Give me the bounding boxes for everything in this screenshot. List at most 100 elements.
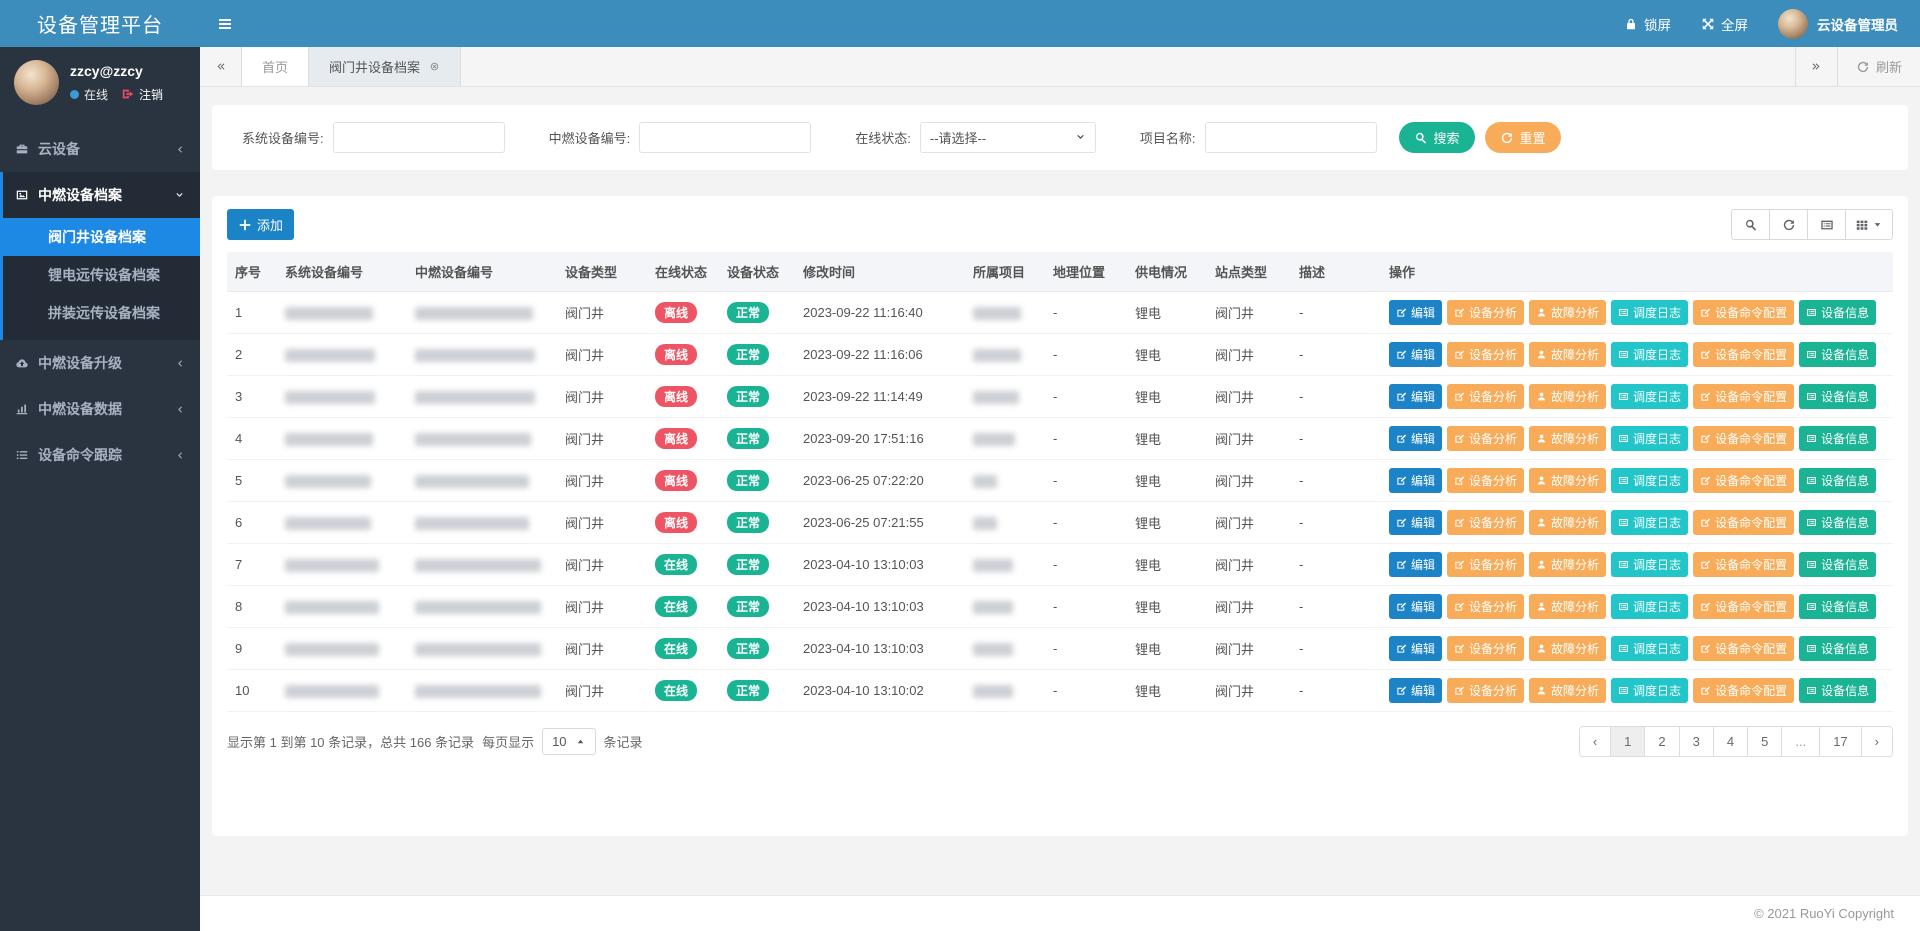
sidebar-item-device-upgrade[interactable]: 中燃设备升级 xyxy=(0,340,200,386)
refresh-tab-button[interactable]: 刷新 xyxy=(1837,47,1920,86)
sidebar-item-cloud-device[interactable]: 云设备 xyxy=(0,126,200,172)
sidebar-item-command-tracking[interactable]: 设备命令跟踪 xyxy=(0,432,200,478)
action-device-analysis-button[interactable]: 设备分析 xyxy=(1447,636,1524,661)
sidebar-subitem-assembled-remote-archive[interactable]: 拼装远传设备档案 xyxy=(3,294,200,332)
action-fault-analysis-button[interactable]: 故障分析 xyxy=(1529,468,1606,493)
action-edit-button[interactable]: 编辑 xyxy=(1389,384,1442,409)
action-device-command-config-button[interactable]: 设备命令配置 xyxy=(1693,594,1794,619)
close-tab-icon[interactable] xyxy=(429,61,440,72)
page-size-select[interactable]: 10 xyxy=(542,728,595,755)
action-fault-analysis-button[interactable]: 故障分析 xyxy=(1529,552,1606,577)
action-device-command-config-button[interactable]: 设备命令配置 xyxy=(1693,552,1794,577)
detail-view-button[interactable] xyxy=(1807,209,1846,240)
action-edit-button[interactable]: 编辑 xyxy=(1389,300,1442,325)
gas-device-no-input[interactable] xyxy=(639,122,811,153)
action-device-command-config-button[interactable]: 设备命令配置 xyxy=(1693,636,1794,661)
pagination-page-4[interactable]: 4 xyxy=(1713,726,1748,757)
fullscreen-button[interactable]: 全屏 xyxy=(1701,14,1748,34)
action-fault-analysis-button[interactable]: 故障分析 xyxy=(1529,510,1606,535)
action-fault-analysis-button[interactable]: 故障分析 xyxy=(1529,636,1606,661)
sidebar-toggle-button[interactable] xyxy=(200,0,250,47)
sidebar-subitem-valve-well-archive[interactable]: 阀门井设备档案 xyxy=(3,218,200,256)
project-name-input[interactable] xyxy=(1205,122,1377,153)
sidebar-subitem-lithium-remote-archive[interactable]: 锂电远传设备档案 xyxy=(3,256,200,294)
action-fault-analysis-button[interactable]: 故障分析 xyxy=(1529,342,1606,367)
action-dispatch-log-button[interactable]: 调度日志 xyxy=(1611,552,1688,577)
action-device-info-button[interactable]: 设备信息 xyxy=(1799,426,1876,451)
user-menu[interactable]: 云设备管理员 xyxy=(1778,9,1898,39)
action-device-analysis-button[interactable]: 设备分析 xyxy=(1447,678,1524,703)
pagination-page-3[interactable]: 3 xyxy=(1679,726,1714,757)
action-device-analysis-button[interactable]: 设备分析 xyxy=(1447,300,1524,325)
sidebar-item-device-data[interactable]: 中燃设备数据 xyxy=(0,386,200,432)
refresh-table-button[interactable] xyxy=(1769,209,1808,240)
project-redacted xyxy=(973,601,1013,614)
pagination-page-1[interactable]: 1 xyxy=(1610,726,1645,757)
action-device-analysis-button[interactable]: 设备分析 xyxy=(1447,342,1524,367)
action-device-analysis-button[interactable]: 设备分析 xyxy=(1447,384,1524,409)
action-device-command-config-button[interactable]: 设备命令配置 xyxy=(1693,384,1794,409)
action-dispatch-log-button[interactable]: 调度日志 xyxy=(1611,636,1688,661)
action-device-info-button[interactable]: 设备信息 xyxy=(1799,468,1876,493)
action-dispatch-log-button[interactable]: 调度日志 xyxy=(1611,342,1688,367)
action-edit-button[interactable]: 编辑 xyxy=(1389,426,1442,451)
action-edit-button[interactable]: 编辑 xyxy=(1389,342,1442,367)
action-device-info-button[interactable]: 设备信息 xyxy=(1799,636,1876,661)
action-device-info-button[interactable]: 设备信息 xyxy=(1799,342,1876,367)
reset-button[interactable]: 重置 xyxy=(1485,122,1561,153)
lock-screen-button[interactable]: 锁屏 xyxy=(1624,14,1671,34)
action-device-info-button[interactable]: 设备信息 xyxy=(1799,300,1876,325)
action-device-info-button[interactable]: 设备信息 xyxy=(1799,678,1876,703)
action-dispatch-log-button[interactable]: 调度日志 xyxy=(1611,384,1688,409)
action-device-analysis-button[interactable]: 设备分析 xyxy=(1447,510,1524,535)
tab-valve-well-archive[interactable]: 阀门井设备档案 xyxy=(309,47,461,86)
pagination-page-2[interactable]: 2 xyxy=(1644,726,1679,757)
online-state-select[interactable]: --请选择-- xyxy=(920,122,1096,153)
action-device-command-config-button[interactable]: 设备命令配置 xyxy=(1693,426,1794,451)
action-device-command-config-button[interactable]: 设备命令配置 xyxy=(1693,678,1794,703)
pagination-next-button[interactable]: › xyxy=(1861,726,1893,757)
action-dispatch-log-button[interactable]: 调度日志 xyxy=(1611,300,1688,325)
action-edit-button[interactable]: 编辑 xyxy=(1389,552,1442,577)
action-device-info-button[interactable]: 设备信息 xyxy=(1799,594,1876,619)
action-device-command-config-button[interactable]: 设备命令配置 xyxy=(1693,300,1794,325)
pagination-page-17[interactable]: 17 xyxy=(1819,726,1861,757)
action-dispatch-log-button[interactable]: 调度日志 xyxy=(1611,426,1688,451)
sidebar-item-zhongran-archive[interactable]: 中燃设备档案 xyxy=(3,172,200,218)
search-button[interactable]: 搜索 xyxy=(1399,122,1475,153)
action-edit-button[interactable]: 编辑 xyxy=(1389,468,1442,493)
action-device-analysis-button[interactable]: 设备分析 xyxy=(1447,594,1524,619)
action-device-analysis-button[interactable]: 设备分析 xyxy=(1447,426,1524,451)
action-device-command-config-button[interactable]: 设备命令配置 xyxy=(1693,510,1794,535)
action-fault-analysis-button[interactable]: 故障分析 xyxy=(1529,594,1606,619)
tabs-scroll-right-button[interactable] xyxy=(1795,47,1837,86)
pagination-page-5[interactable]: 5 xyxy=(1747,726,1782,757)
action-dispatch-log-button[interactable]: 调度日志 xyxy=(1611,468,1688,493)
action-device-info-button[interactable]: 设备信息 xyxy=(1799,510,1876,535)
action-device-info-button[interactable]: 设备信息 xyxy=(1799,552,1876,577)
action-dispatch-log-button[interactable]: 调度日志 xyxy=(1611,510,1688,535)
action-edit-button[interactable]: 编辑 xyxy=(1389,678,1442,703)
system-device-no-input[interactable] xyxy=(333,122,505,153)
action-device-analysis-button[interactable]: 设备分析 xyxy=(1447,552,1524,577)
tab-home[interactable]: 首页 xyxy=(242,47,309,86)
action-dispatch-log-button[interactable]: 调度日志 xyxy=(1611,594,1688,619)
action-fault-analysis-button[interactable]: 故障分析 xyxy=(1529,384,1606,409)
toggle-search-button[interactable] xyxy=(1731,209,1770,240)
action-device-command-config-button[interactable]: 设备命令配置 xyxy=(1693,468,1794,493)
action-device-command-config-button[interactable]: 设备命令配置 xyxy=(1693,342,1794,367)
columns-button[interactable] xyxy=(1845,209,1893,240)
action-edit-button[interactable]: 编辑 xyxy=(1389,510,1442,535)
action-edit-button[interactable]: 编辑 xyxy=(1389,636,1442,661)
action-dispatch-log-button[interactable]: 调度日志 xyxy=(1611,678,1688,703)
tabs-scroll-left-button[interactable] xyxy=(200,47,242,86)
action-device-info-button[interactable]: 设备信息 xyxy=(1799,384,1876,409)
action-edit-button[interactable]: 编辑 xyxy=(1389,594,1442,619)
action-fault-analysis-button[interactable]: 故障分析 xyxy=(1529,426,1606,451)
action-fault-analysis-button[interactable]: 故障分析 xyxy=(1529,300,1606,325)
action-device-analysis-button[interactable]: 设备分析 xyxy=(1447,468,1524,493)
action-fault-analysis-button[interactable]: 故障分析 xyxy=(1529,678,1606,703)
logout-link[interactable]: 注销 xyxy=(121,86,163,103)
add-button[interactable]: 添加 xyxy=(227,209,294,240)
pagination-prev-button[interactable]: ‹ xyxy=(1579,726,1611,757)
